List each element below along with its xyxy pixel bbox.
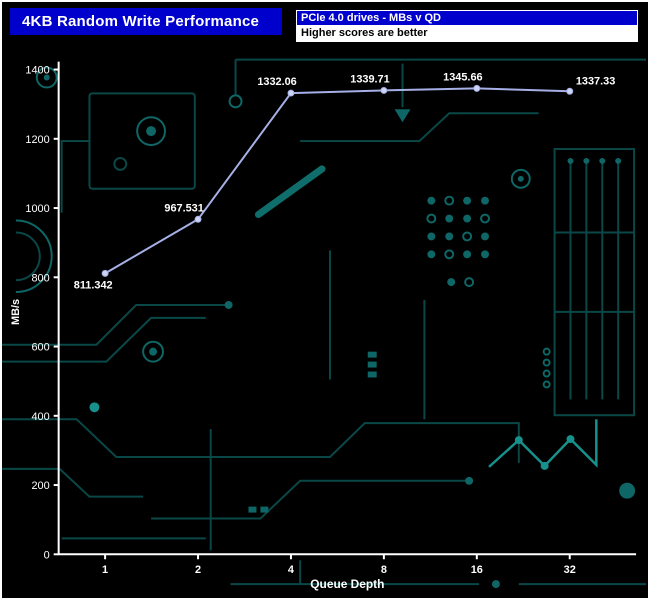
subtitle-stack: PCIe 4.0 drives - MBs v QD Higher scores…: [296, 10, 638, 42]
data-point: [288, 90, 294, 96]
data-label: 1345.66: [443, 71, 482, 83]
y-tick-label: 1000: [25, 203, 49, 215]
y-tick-label: 1200: [25, 134, 49, 146]
data-label: 811.342: [74, 279, 113, 291]
y-tick-label: 200: [31, 480, 49, 492]
y-tick-label: 800: [31, 272, 49, 284]
chart-note: Higher scores are better: [296, 26, 638, 42]
x-axis-title: Queue Depth: [310, 577, 384, 591]
y-tick-label: 0: [44, 549, 50, 561]
chart-subtitle: PCIe 4.0 drives - MBs v QD: [296, 10, 638, 26]
data-point: [474, 85, 480, 91]
x-tick-label: 32: [564, 564, 576, 576]
y-axis-title: MB/s: [10, 299, 22, 325]
data-point: [567, 88, 573, 94]
data-label: 967.531: [164, 202, 203, 214]
y-tick-label: 1400: [25, 65, 49, 77]
y-tick-label: 400: [31, 411, 49, 423]
data-point: [102, 270, 108, 276]
y-tick-label: 600: [31, 342, 49, 354]
x-tick-label: 2: [195, 564, 201, 576]
data-point: [381, 87, 387, 93]
x-tick-label: 8: [381, 564, 387, 576]
data-point: [195, 216, 201, 222]
x-tick-label: 4: [288, 564, 294, 576]
data-label: 1337.33: [576, 75, 615, 87]
data-label: 1332.06: [257, 76, 296, 88]
chart-canvas: 0 200 400 600 800 1000 1200 1400 1 2 4 8 16 32 MB/s Que…: [2, 2, 648, 598]
circuit-board-background: [2, 60, 646, 588]
chart-frame: 0 200 400 600 800 1000 1200 1400 1 2 4 8 16 32 MB/s Que…: [0, 0, 650, 600]
chart-title: 4KB Random Write Performance: [10, 8, 282, 35]
x-tick-label: 16: [471, 564, 483, 576]
x-tick-label: 1: [102, 564, 108, 576]
data-line: [105, 88, 570, 273]
data-label: 1339.71: [350, 73, 389, 85]
